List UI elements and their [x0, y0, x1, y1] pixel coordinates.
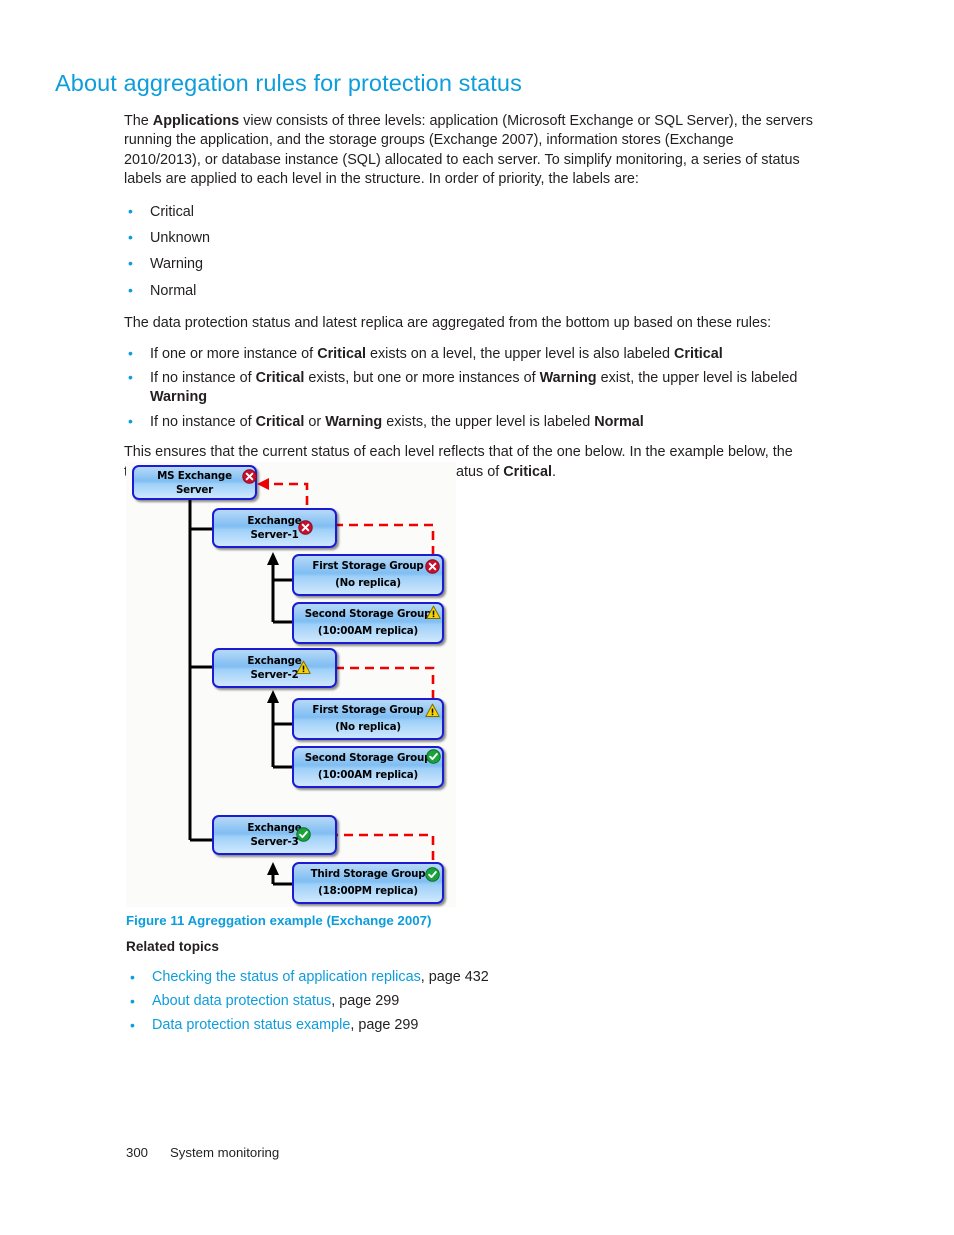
list-item: Normal [124, 281, 814, 301]
aggregation-rules-list: If one or more instance of Critical exis… [124, 344, 814, 433]
figure-caption: Figure 11 Agreggation example (Exchange … [126, 913, 432, 928]
warning-icon [296, 660, 311, 675]
related-link[interactable]: About data protection status [152, 993, 331, 1009]
normal-icon [426, 749, 441, 764]
related-page-ref: , page 299 [331, 993, 400, 1009]
node-exchange-server-1[interactable]: Exchange Server-1 [212, 508, 337, 548]
list-item: If no instance of Critical exists, but o… [124, 368, 814, 408]
related-topics-list: Checking the status of application repli… [126, 965, 726, 1037]
diagram-canvas: MS Exchange Server Exchange Server-1 Fir… [126, 462, 456, 907]
rule-bold: Critical [255, 370, 305, 387]
node-label-line1: First Storage Group [312, 704, 424, 716]
closing-period: . [552, 463, 556, 480]
node-label-line1: Exchange [247, 515, 302, 527]
critical-icon [425, 559, 440, 574]
list-item: If one or more instance of Critical exis… [124, 344, 814, 364]
closing-bold: Critical [503, 463, 552, 480]
node-label-line2: Server [175, 483, 214, 496]
related-topics-heading: Related topics [126, 939, 219, 954]
node-label-line2: (10:00AM replica) [317, 769, 419, 781]
related-page-ref: , page 299 [350, 1017, 419, 1033]
document-page: About aggregation rules for protection s… [0, 0, 954, 1235]
node-label-line1: Third Storage Group [310, 868, 426, 880]
node-label-line1: Second Storage Group [304, 752, 432, 764]
list-item: If no instance of Critical or Warning ex… [124, 412, 814, 432]
warning-icon [425, 703, 440, 718]
status-label-list: Critical Unknown Warning Normal [124, 202, 814, 302]
rule-bold: Warning [150, 389, 208, 406]
node-label-line1: MS Exchange [157, 469, 232, 482]
list-item: Unknown [124, 228, 814, 248]
rule-bold: Warning [539, 370, 597, 387]
node-label-line2: (No replica) [335, 721, 401, 733]
status-label: Normal [150, 282, 197, 299]
intro-text-before: The [124, 113, 153, 129]
node-label-line2: Server-1 [250, 529, 299, 541]
node-exchange-server-2[interactable]: Exchange Server-2 [212, 648, 337, 688]
rule-bold: Critical [255, 413, 305, 430]
rule-text: If no instance of [150, 413, 256, 430]
list-item: Warning [124, 254, 814, 274]
list-item: Data protection status example, page 299 [126, 1013, 726, 1037]
list-item: Checking the status of application repli… [126, 965, 726, 989]
list-item: Critical [124, 202, 814, 222]
node-label-line1: Second Storage Group [304, 608, 432, 620]
rule-text: exists on a level, the upper level is al… [365, 345, 674, 362]
rule-bold: Critical [317, 345, 366, 362]
node-label-line2: (10:00AM replica) [317, 625, 419, 637]
status-label: Critical [150, 203, 194, 220]
rule-text: or [304, 413, 326, 430]
rule-text: If one or more instance of [150, 345, 318, 362]
rule-bold: Normal [594, 413, 644, 430]
footer-page-number: 300 [126, 1145, 149, 1160]
rule-text: exist, the upper level is labeled [596, 370, 798, 387]
status-label: Unknown [150, 230, 210, 247]
rules-intro-paragraph: The data protection status and latest re… [124, 315, 772, 332]
node-ms-exchange-server[interactable]: MS Exchange Server [132, 465, 257, 500]
critical-icon [242, 469, 257, 484]
node-label-line2: Server-2 [250, 669, 299, 681]
node-server2-first-storage-group[interactable]: First Storage Group (No replica) [292, 698, 444, 740]
node-exchange-server-3[interactable]: Exchange Server-3 [212, 815, 337, 855]
rule-bold: Warning [325, 413, 383, 430]
related-link[interactable]: Data protection status example [152, 1017, 350, 1033]
page-footer: 300 System monitoring [126, 1145, 279, 1160]
node-server1-first-storage-group[interactable]: First Storage Group (No replica) [292, 554, 444, 596]
page-title: About aggregation rules for protection s… [55, 70, 522, 96]
warning-icon [426, 605, 441, 620]
list-item: About data protection status, page 299 [126, 989, 726, 1013]
node-label-line1: Exchange [247, 655, 302, 667]
node-label-line2: Server-3 [250, 836, 299, 848]
rule-bold: Critical [673, 345, 723, 362]
body-content: The Applications view consists of three … [124, 112, 814, 482]
intro-paragraph: The Applications view consists of three … [124, 112, 814, 190]
footer-section-name: System monitoring [170, 1145, 280, 1160]
aggregation-diagram: MS Exchange Server Exchange Server-1 Fir… [126, 462, 456, 907]
node-label-line1: Exchange [247, 822, 302, 834]
related-page-ref: , page 432 [420, 969, 489, 985]
node-label-line1: First Storage Group [312, 560, 424, 572]
status-label: Warning [150, 256, 204, 273]
critical-icon [298, 520, 313, 535]
rule-text: If no instance of [150, 370, 256, 387]
related-link[interactable]: Checking the status of application repli… [152, 969, 421, 985]
normal-icon [425, 867, 440, 882]
node-server2-second-storage-group[interactable]: Second Storage Group (10:00AM replica) [292, 746, 444, 788]
node-server3-third-storage-group[interactable]: Third Storage Group (18:00PM replica) [292, 862, 444, 904]
node-server1-second-storage-group[interactable]: Second Storage Group (10:00AM replica) [292, 602, 444, 644]
node-label-line2: (18:00PM replica) [318, 885, 418, 897]
normal-icon [296, 827, 311, 842]
rule-text: exists, the upper level is labeled [382, 413, 595, 430]
node-label-line2: (No replica) [335, 577, 401, 589]
intro-bold-term: Applications [152, 113, 240, 129]
rule-text: exists, but one or more instances of [304, 370, 540, 387]
